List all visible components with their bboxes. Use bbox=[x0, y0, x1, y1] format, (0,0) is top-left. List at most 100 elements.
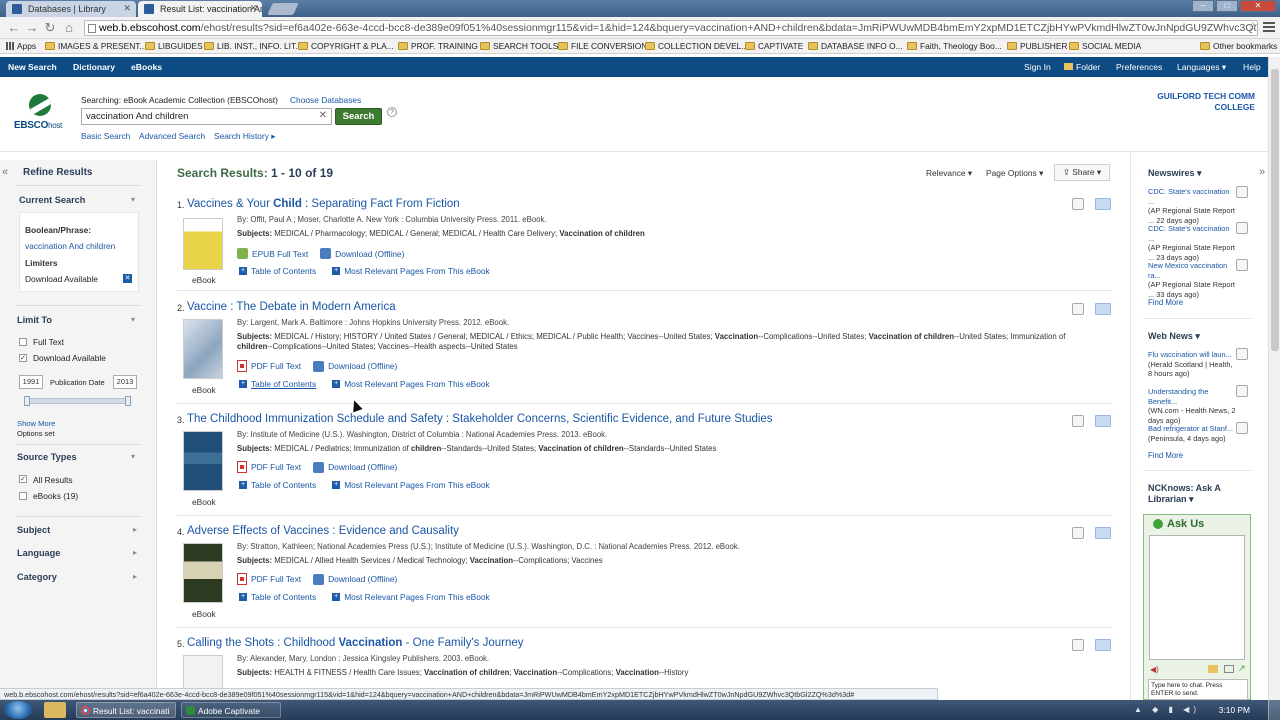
plus-icon[interactable]: + bbox=[239, 593, 247, 601]
address-bar[interactable]: web.b.ebscohost.com/ehost/results?sid=ef… bbox=[84, 20, 1258, 36]
pdf-full-text-link[interactable]: PDF Full Text Download (Offline) bbox=[237, 461, 397, 473]
preview-icon[interactable] bbox=[1236, 259, 1248, 271]
preview-icon[interactable] bbox=[1236, 222, 1248, 234]
clear-icon[interactable]: ✕ bbox=[319, 110, 327, 121]
news-link[interactable]: Understanding the Benefit... bbox=[1148, 387, 1208, 406]
preview-icon[interactable] bbox=[1072, 303, 1084, 315]
plus-icon[interactable]: + bbox=[332, 593, 341, 601]
close-icon[interactable]: ✕ bbox=[123, 3, 131, 14]
download-offline-link[interactable]: Download (Offline) bbox=[328, 462, 397, 472]
close-icon[interactable]: ✕ bbox=[249, 3, 257, 14]
maximize-button[interactable]: □ bbox=[1216, 0, 1238, 12]
table-of-contents-link[interactable]: Table of Contents bbox=[251, 592, 316, 602]
chevron-right-icon[interactable]: ▸ bbox=[133, 572, 137, 581]
chat-input[interactable]: Type here to chat. Press ENTER to send. bbox=[1148, 679, 1248, 700]
table-of-contents-link[interactable]: Table of Contents bbox=[251, 480, 316, 490]
tab-databases[interactable]: Databases | Library ✕ bbox=[6, 1, 136, 17]
add-to-folder-icon[interactable] bbox=[1095, 415, 1111, 427]
bookmark-item[interactable]: COLLECTION DEVEL... bbox=[645, 41, 748, 51]
folder-link[interactable]: Folder bbox=[1064, 62, 1100, 72]
plus-icon[interactable]: + bbox=[332, 267, 341, 275]
remove-limiter-icon[interactable]: ✕ bbox=[123, 274, 132, 283]
advanced-search-link[interactable]: Advanced Search bbox=[139, 131, 205, 141]
slider-handle-right[interactable] bbox=[125, 396, 131, 406]
pdf-full-text-link[interactable]: PDF Full Text Download (Offline) bbox=[237, 573, 397, 585]
preview-icon[interactable] bbox=[1072, 527, 1084, 539]
table-of-contents-link[interactable]: Table of Contents bbox=[251, 266, 316, 276]
preview-icon[interactable] bbox=[1072, 415, 1084, 427]
bookmark-apps[interactable]: Apps bbox=[6, 41, 36, 51]
choose-databases-link[interactable]: Choose Databases bbox=[290, 95, 361, 105]
preview-icon[interactable] bbox=[1072, 198, 1084, 210]
date-slider[interactable] bbox=[24, 396, 131, 406]
pdf-full-text-link[interactable]: PDF Full Text Download (Offline) bbox=[237, 360, 397, 372]
download-offline-link[interactable]: Download (Offline) bbox=[328, 574, 397, 584]
bookmark-item[interactable]: DATABASE INFO O... bbox=[808, 41, 903, 51]
chevron-down-icon[interactable]: ▾ bbox=[131, 195, 135, 204]
most-relevant-pages-link[interactable]: Most Relevant Pages From This eBook bbox=[344, 480, 490, 490]
chevron-down-icon[interactable]: ▾ bbox=[131, 452, 135, 461]
book-cover[interactable] bbox=[183, 431, 223, 491]
epub-full-text-link[interactable]: EPUB Full Text Download (Offline) bbox=[237, 248, 404, 259]
bookmark-item[interactable]: SOCIAL MEDIA bbox=[1069, 41, 1141, 51]
preview-icon[interactable] bbox=[1236, 348, 1248, 360]
book-cover[interactable] bbox=[183, 319, 223, 379]
table-of-contents-link[interactable]: Table of Contents bbox=[251, 379, 316, 389]
book-cover[interactable] bbox=[183, 655, 223, 688]
preview-icon[interactable] bbox=[1236, 422, 1248, 434]
bookmark-item[interactable]: IMAGES & PRESENT... bbox=[45, 41, 146, 51]
add-to-folder-icon[interactable] bbox=[1095, 198, 1111, 210]
resize-icon[interactable]: ↗ bbox=[1238, 663, 1246, 674]
add-to-folder-icon[interactable] bbox=[1095, 303, 1111, 315]
bookmark-item[interactable]: COPYRIGHT & PLA... bbox=[298, 41, 394, 51]
result-title[interactable]: Calling the Shots : Childhood Vaccinatio… bbox=[187, 637, 524, 649]
new-tab-button[interactable] bbox=[267, 3, 299, 15]
taskbar-captivate[interactable]: Adobe Captivate bbox=[181, 702, 281, 718]
page-options-dropdown[interactable]: Page Options ▾ bbox=[986, 168, 1043, 178]
bookmark-item[interactable]: CAPTIVATE bbox=[745, 41, 803, 51]
ncknows-heading[interactable]: NCKnows: Ask A Librarian ▾ bbox=[1148, 483, 1243, 505]
help-link[interactable]: Help bbox=[1243, 62, 1261, 72]
year-to-input[interactable]: 2013 bbox=[113, 375, 137, 389]
folder-icon[interactable] bbox=[1208, 665, 1218, 673]
close-window-button[interactable]: ✕ bbox=[1240, 0, 1276, 12]
system-tray-icons[interactable]: ▲ ◆ ▮ ◀) bbox=[1134, 705, 1200, 714]
preview-icon[interactable] bbox=[1236, 186, 1248, 198]
search-button[interactable]: Search bbox=[335, 108, 382, 125]
bookmark-other[interactable]: Other bookmarks bbox=[1200, 41, 1277, 51]
explorer-icon[interactable] bbox=[44, 702, 66, 718]
news-link[interactable]: CDC: State's vaccination ... bbox=[1148, 187, 1230, 206]
back-icon[interactable]: ← bbox=[6, 20, 22, 36]
relevance-dropdown[interactable]: Relevance ▾ bbox=[926, 168, 972, 178]
result-title[interactable]: Vaccines & Your Child : Separating Fact … bbox=[187, 198, 460, 210]
result-title[interactable]: The Childhood Immunization Schedule and … bbox=[187, 413, 773, 425]
plus-icon[interactable]: + bbox=[332, 481, 341, 489]
bookmark-star-icon[interactable]: ☆ bbox=[1247, 19, 1258, 33]
book-cover[interactable] bbox=[183, 543, 223, 603]
sound-icon[interactable]: ◀) bbox=[1150, 665, 1159, 674]
share-button[interactable]: ⇪ Share ▾ bbox=[1054, 164, 1110, 181]
scrollbar-thumb[interactable] bbox=[1271, 69, 1279, 351]
tab-result-list[interactable]: Result List: vaccination An ✕ bbox=[138, 1, 262, 17]
email-icon[interactable] bbox=[1224, 665, 1234, 673]
bookmark-item[interactable]: PUBLISHER bbox=[1007, 41, 1067, 51]
collapse-left-icon[interactable]: « bbox=[2, 166, 8, 178]
plus-icon[interactable]: + bbox=[239, 267, 247, 275]
download-available-checkbox[interactable]: ✓ bbox=[19, 354, 27, 362]
newswires-heading[interactable]: Newswires ▾ bbox=[1148, 168, 1202, 179]
collapse-right-icon[interactable]: » bbox=[1259, 166, 1265, 178]
search-history-link[interactable]: Search History ▸ bbox=[214, 131, 275, 141]
preview-icon[interactable] bbox=[1072, 639, 1084, 651]
show-desktop-button[interactable] bbox=[1268, 700, 1280, 720]
full-text-checkbox[interactable] bbox=[19, 338, 27, 346]
subject-facet[interactable]: Subject bbox=[17, 525, 50, 535]
home-icon[interactable]: ⌂ bbox=[61, 20, 77, 36]
bookmark-item[interactable]: SEARCH TOOLS bbox=[480, 41, 558, 51]
preferences-link[interactable]: Preferences bbox=[1116, 62, 1162, 72]
minimize-button[interactable]: – bbox=[1192, 0, 1214, 12]
slider-handle-left[interactable] bbox=[24, 396, 30, 406]
news-link[interactable]: Bad refrigerator at Stanf... bbox=[1148, 424, 1233, 433]
all-results-checkbox[interactable]: ✓ bbox=[19, 475, 27, 483]
plus-icon[interactable]: + bbox=[239, 481, 247, 489]
preview-icon[interactable] bbox=[1236, 385, 1248, 397]
